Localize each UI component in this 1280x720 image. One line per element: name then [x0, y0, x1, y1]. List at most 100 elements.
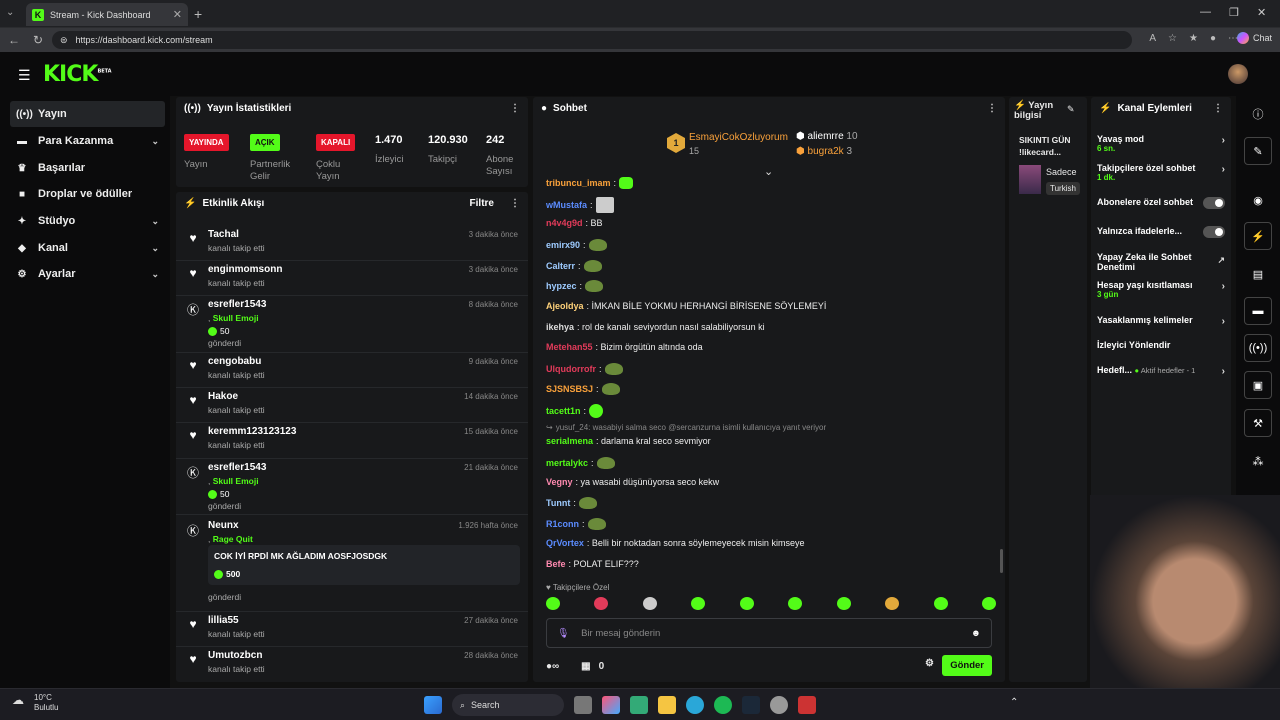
store-icon[interactable]: ▦ — [581, 661, 590, 672]
chat-username[interactable]: Befe — [546, 559, 566, 569]
app-icon[interactable] — [798, 696, 816, 714]
kick-logo[interactable]: KICKBETA — [43, 62, 112, 87]
close-window-icon[interactable]: ✕ — [1257, 6, 1266, 19]
tray-chevron-icon[interactable]: ⌃ — [1010, 697, 1018, 708]
banned-words-setting[interactable]: Yasaklanmış kelimeler › — [1097, 315, 1225, 327]
task-view-icon[interactable] — [574, 696, 592, 714]
account-age-setting[interactable]: Hesap yaşı kısıtlaması 3 gün › — [1097, 280, 1225, 300]
more-options-icon[interactable]: ⋮ — [1213, 103, 1223, 114]
slow-mode-setting[interactable]: Yavaş mod 6 sn. › — [1097, 134, 1225, 154]
chat-username[interactable]: hypzec — [546, 281, 577, 291]
emote-button[interactable] — [642, 597, 657, 610]
chat-username[interactable]: tacett1n — [546, 406, 581, 416]
sidebar-item-basarilar[interactable]: ♛ Başarılar — [10, 155, 165, 181]
leader-name[interactable]: EsmayiCokOzluyorum — [689, 132, 788, 143]
chat-username[interactable]: Metehan55 — [546, 342, 593, 352]
leader-name[interactable]: aliemrre — [808, 131, 844, 142]
read-aloud-icon[interactable]: A — [1149, 33, 1156, 44]
taskbar-search[interactable]: ⌕ Search — [452, 694, 564, 716]
camera-icon[interactable]: ◉ — [1244, 186, 1272, 214]
emoji-picker-icon[interactable]: ☻ — [971, 628, 981, 639]
emote-button[interactable] — [836, 597, 851, 610]
emote-button[interactable] — [594, 597, 609, 610]
send-button[interactable]: Gönder — [942, 655, 992, 676]
chat-username[interactable]: n4v4g9d — [546, 218, 583, 228]
activity-user[interactable]: cengobabu — [208, 356, 261, 367]
document-icon[interactable]: ▤ — [1244, 260, 1272, 288]
windows-start-icon[interactable] — [424, 696, 442, 714]
activity-user[interactable]: Hakoe — [208, 391, 238, 402]
activity-user[interactable]: Tachal — [208, 229, 239, 240]
broadcast-icon[interactable]: ((•)) — [1244, 334, 1272, 362]
goals-setting[interactable]: Hedefl... ● Aktif hedefler - 1 › — [1097, 365, 1225, 377]
chat-username[interactable]: QrVortex — [546, 538, 584, 548]
activity-user[interactable]: esrefler1543 — [208, 299, 266, 310]
chat-username[interactable]: ikehya — [546, 322, 574, 332]
avatar[interactable] — [1228, 64, 1248, 84]
emotes-only-toggle[interactable] — [1203, 226, 1225, 238]
sidebar-item-kanal[interactable]: ◆ Kanal ⌄ — [10, 235, 165, 261]
nodes-icon[interactable]: ⁂ — [1244, 447, 1272, 475]
obs-icon[interactable] — [770, 696, 788, 714]
edge-browser-icon[interactable] — [686, 696, 704, 714]
favorites-icon[interactable]: ★ — [1189, 33, 1198, 44]
activity-user[interactable]: Neunx — [208, 520, 239, 531]
collapse-leaderboard-icon[interactable]: ⌄ — [764, 165, 773, 178]
close-tab-icon[interactable]: ✕ — [173, 8, 182, 21]
chat-username[interactable]: tribuncu_imam — [546, 178, 611, 188]
subscribers-only-setting[interactable]: Abonelere özel sohbet — [1097, 197, 1225, 209]
url-field[interactable]: ⊜ https://dashboard.kick.com/stream — [52, 31, 1132, 49]
chat-username[interactable]: R1conn — [546, 519, 579, 529]
emote-button[interactable] — [546, 597, 560, 610]
emote-button[interactable] — [933, 597, 948, 610]
more-options-icon[interactable]: ⋮ — [510, 103, 520, 114]
activity-user[interactable]: esrefler1543 — [208, 462, 266, 473]
chat-username[interactable]: SJSNSBSJ — [546, 384, 593, 394]
chat-username[interactable]: emirx90 — [546, 240, 580, 250]
leader-name[interactable]: bugra2k — [808, 146, 844, 157]
emote-button[interactable] — [739, 597, 754, 610]
sidebar-item-droplar[interactable]: ■ Droplar ve ödüller — [10, 181, 165, 207]
layout-icon[interactable]: ▣ — [1244, 371, 1272, 399]
chat-input[interactable]: 🎙 Bir mesaj gönderin ☻ — [546, 618, 992, 648]
copilot-chat-button[interactable]: Chat — [1236, 32, 1272, 44]
tab-list-icon[interactable]: ⌄ — [6, 7, 14, 18]
chat-username[interactable]: wMustafa — [546, 200, 587, 210]
chat-username[interactable]: Vegny — [546, 477, 573, 487]
emote-button[interactable] — [981, 597, 996, 610]
more-options-icon[interactable]: ⋮ — [987, 103, 997, 114]
emote-button[interactable] — [691, 597, 706, 610]
raid-setting[interactable]: İzleyici Yönlendir — [1097, 340, 1225, 350]
activity-user[interactable]: enginmomsonn — [208, 264, 282, 275]
sidebar-item-ayarlar[interactable]: ⚙ Ayarlar ⌄ — [10, 261, 165, 287]
new-tab-icon[interactable]: + — [194, 6, 202, 22]
info-icon[interactable]: ⓘ — [1244, 100, 1272, 128]
back-icon[interactable]: ← — [4, 33, 24, 47]
wrench-icon[interactable]: ⚒ — [1244, 409, 1272, 437]
browser-tab[interactable]: K Stream - Kick Dashboard ✕ — [26, 3, 188, 26]
chat-username[interactable]: Tunnt — [546, 498, 570, 508]
chat-username[interactable]: Ulqudorrofr — [546, 364, 596, 374]
chat-icon[interactable]: ▬ — [1244, 297, 1272, 325]
activity-user[interactable]: keremm123123123 — [208, 426, 296, 437]
sidebar-item-yayin[interactable]: ((•)) Yayın — [10, 101, 165, 127]
chat-username[interactable]: Calterr — [546, 261, 575, 271]
spotify-icon[interactable] — [714, 696, 732, 714]
profile-icon[interactable]: ● — [1210, 33, 1216, 44]
channel-points-icon[interactable]: ●∞ — [546, 661, 559, 672]
emote-button[interactable] — [788, 597, 803, 610]
chat-username[interactable]: serialmena — [546, 436, 593, 446]
steam-icon[interactable] — [742, 696, 760, 714]
emote-button[interactable] — [885, 597, 900, 610]
chat-scrollbar[interactable] — [1000, 549, 1003, 573]
activity-user[interactable]: Umutozbcn — [208, 650, 262, 661]
minimize-icon[interactable]: — — [1200, 6, 1211, 18]
edit-icon[interactable]: ✎ — [1067, 104, 1075, 115]
weather-widget[interactable]: ☁ 10°C Bulutlu — [12, 693, 58, 713]
store-app-icon[interactable] — [630, 696, 648, 714]
subscribers-only-toggle[interactable] — [1203, 197, 1225, 209]
activity-user[interactable]: lillia55 — [208, 615, 239, 626]
reload-icon[interactable]: ↻ — [28, 33, 48, 47]
followers-only-setting[interactable]: Takipçilere özel sohbet 1 dk. › — [1097, 163, 1225, 183]
site-info-icon[interactable]: ⊜ — [60, 35, 68, 46]
